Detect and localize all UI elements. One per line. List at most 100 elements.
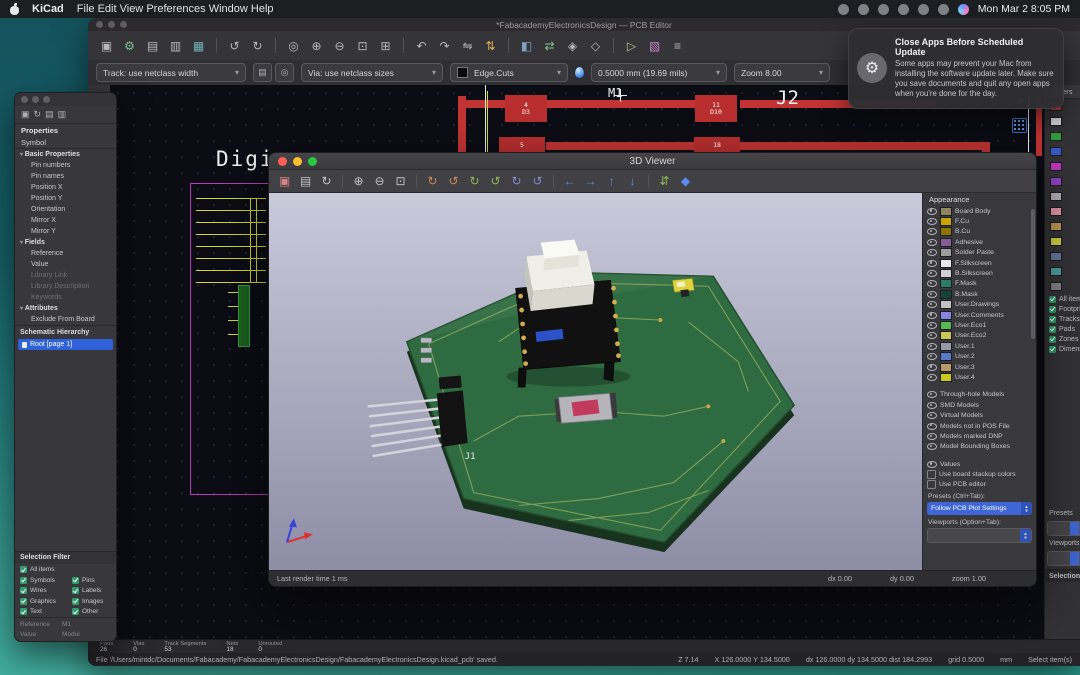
- ortho-projection-icon[interactable]: ◆: [676, 172, 695, 190]
- layer-row[interactable]: [1045, 279, 1080, 294]
- properties-row[interactable]: Keywords: [15, 292, 116, 303]
- via-size-select[interactable]: Via: use netclass sizes: [301, 63, 443, 82]
- wifi-icon[interactable]: [898, 4, 909, 15]
- visibility-eye-icon[interactable]: [927, 412, 937, 419]
- undo-icon[interactable]: ↺: [224, 35, 245, 56]
- visibility-eye-icon[interactable]: [927, 374, 937, 381]
- layer-row[interactable]: [1045, 144, 1080, 159]
- selection-filter-item[interactable]: Images: [72, 596, 116, 607]
- drc-icon[interactable]: ▷: [621, 35, 642, 56]
- layer-color-swatch[interactable]: [940, 290, 952, 299]
- control-center-icon[interactable]: [938, 4, 949, 15]
- layer-color-swatch[interactable]: [1050, 117, 1062, 126]
- appearance-layer-row[interactable]: User.Drawings: [923, 300, 1036, 310]
- appearance-layer-row[interactable]: User.Eco2: [923, 331, 1036, 341]
- save-icon[interactable]: ▣: [96, 35, 117, 56]
- zoom-button[interactable]: [308, 157, 317, 166]
- checkbox-checked[interactable]: [72, 587, 79, 594]
- layer-row[interactable]: [1045, 204, 1080, 219]
- minimize-button[interactable]: [32, 96, 39, 103]
- scrollbar[interactable]: [1031, 209, 1035, 339]
- menubar-item[interactable]: File: [77, 3, 95, 15]
- checkbox-unchecked[interactable]: [927, 470, 936, 479]
- properties-row[interactable]: Mirror Y: [15, 226, 116, 237]
- visibility-eye-icon[interactable]: [927, 260, 937, 267]
- zoom-in-icon[interactable]: ⊕: [349, 172, 368, 190]
- visibility-eye-icon[interactable]: [927, 343, 937, 350]
- checkbox-checked[interactable]: [20, 587, 27, 594]
- menubar-app-name[interactable]: KiCad: [32, 3, 64, 15]
- presets-select[interactable]: [1047, 521, 1080, 536]
- copy-image-icon[interactable]: ▤: [296, 172, 315, 190]
- viewports-select[interactable]: [1047, 551, 1080, 566]
- layer-color-swatch[interactable]: [940, 248, 952, 257]
- footprint-editor-icon[interactable]: ◧: [516, 35, 537, 56]
- save-icon[interactable]: ▣: [21, 109, 30, 120]
- checkbox-checked[interactable]: [72, 608, 79, 615]
- layer-color-swatch[interactable]: [940, 342, 952, 351]
- lock-icon[interactable]: ◈: [562, 35, 583, 56]
- stepper-icon[interactable]: ▲▼: [1020, 529, 1031, 542]
- layer-color-swatch[interactable]: [1050, 252, 1062, 261]
- pan-right-icon[interactable]: →: [581, 172, 600, 190]
- checkbox-checked[interactable]: [72, 577, 79, 584]
- rotate-ccw-icon[interactable]: ↶: [411, 35, 432, 56]
- layer-color-swatch[interactable]: [1050, 222, 1062, 231]
- window-controls[interactable]: [96, 21, 127, 28]
- menubar-clock[interactable]: Mon Mar 2 8:05 PM: [978, 3, 1070, 15]
- layer-row[interactable]: [1045, 114, 1080, 129]
- 3d-viewport[interactable]: J1: [269, 193, 922, 570]
- checkbox-checked[interactable]: [1049, 326, 1056, 333]
- visibility-eye-icon[interactable]: [927, 301, 937, 308]
- selection-filter-item[interactable]: Dimensions: [1049, 344, 1080, 354]
- export-image-icon[interactable]: ▣: [275, 172, 294, 190]
- update-pcb-icon[interactable]: ⇄: [539, 35, 560, 56]
- selection-filter-item[interactable]: All items: [1049, 294, 1080, 304]
- print-icon[interactable]: ▥: [165, 35, 186, 56]
- appearance-layer-row[interactable]: B.Cu: [923, 227, 1036, 237]
- layer-grid-icon[interactable]: [1012, 118, 1027, 133]
- layer-row[interactable]: [1045, 189, 1080, 204]
- properties-row[interactable]: Reference: [15, 248, 116, 259]
- checkbox-checked[interactable]: [1049, 346, 1056, 353]
- visibility-eye-icon[interactable]: [927, 353, 937, 360]
- flip-board-icon[interactable]: ⇅: [480, 35, 501, 56]
- minimize-button[interactable]: [293, 157, 302, 166]
- hierarchy-root-item[interactable]: Root [page 1]: [18, 339, 113, 350]
- appearance-layer-row[interactable]: F.Silkscreen: [923, 258, 1036, 268]
- checkbox-checked[interactable]: [72, 598, 79, 605]
- layer-color-swatch[interactable]: [1050, 147, 1062, 156]
- rotate-x-cw-icon[interactable]: ↻: [423, 172, 442, 190]
- appearance-model-row[interactable]: Virtual Models: [923, 410, 1036, 420]
- appearance-layer-row[interactable]: User.Comments: [923, 310, 1036, 320]
- selection-filter-item[interactable]: Labels: [72, 586, 116, 597]
- visibility-eye-icon[interactable]: [927, 218, 937, 225]
- appearance-layer-row[interactable]: F.Mask: [923, 279, 1036, 289]
- zoom-fit-icon[interactable]: ⊡: [391, 172, 410, 190]
- layer-color-swatch[interactable]: [940, 331, 952, 340]
- checkbox-checked[interactable]: [1049, 296, 1056, 303]
- pan-up-icon[interactable]: ↑: [602, 172, 621, 190]
- checkbox-unchecked[interactable]: [927, 480, 936, 489]
- layer-row[interactable]: [1045, 174, 1080, 189]
- properties-row[interactable]: Pin numbers: [15, 160, 116, 171]
- appearance-layer-row[interactable]: User.4: [923, 372, 1036, 382]
- notification-banner[interactable]: ⚙ Close Apps Before Scheduled Update Som…: [848, 28, 1064, 109]
- appearance-model-row[interactable]: SMD Models: [923, 400, 1036, 410]
- layer-color-swatch[interactable]: [940, 321, 952, 330]
- layer-color-swatch[interactable]: [940, 300, 952, 309]
- appearance-values-row[interactable]: Values: [923, 459, 1036, 469]
- visibility-eye-icon[interactable]: [927, 249, 937, 256]
- visibility-eye-icon[interactable]: [927, 332, 937, 339]
- selection-filter-item[interactable]: Symbols: [20, 575, 72, 586]
- appearance-layer-row[interactable]: Board Body: [923, 206, 1036, 216]
- appearance-model-row[interactable]: Models marked DNP: [923, 431, 1036, 441]
- visibility-eye-icon[interactable]: [927, 423, 937, 430]
- footprint-d3[interactable]: 4D3: [505, 95, 547, 122]
- layer-color-swatch[interactable]: [1050, 267, 1062, 276]
- visibility-eye-icon[interactable]: [927, 443, 937, 450]
- reload-board-icon[interactable]: ↻: [317, 172, 336, 190]
- visibility-eye-icon[interactable]: [927, 239, 937, 246]
- selection-filter-item[interactable]: All items: [20, 565, 72, 576]
- menubar-item[interactable]: Edit: [98, 3, 117, 15]
